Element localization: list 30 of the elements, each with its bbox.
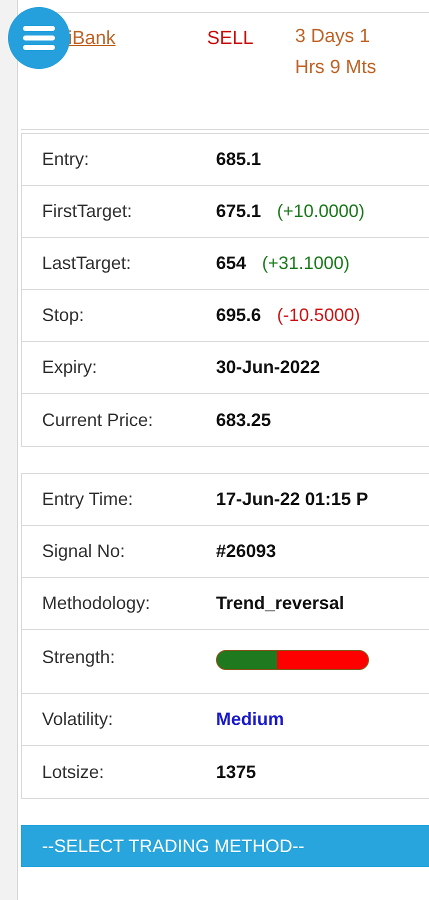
field-label: LastTarget: bbox=[41, 252, 132, 275]
field-value: 17-Jun-22 01:15 P bbox=[216, 488, 368, 511]
field-value: #26093 bbox=[216, 540, 276, 563]
field-value: 685.1 bbox=[216, 148, 262, 171]
menu-icon bbox=[23, 25, 55, 51]
field-label: Stop: bbox=[41, 304, 86, 327]
field-label: Entry: bbox=[41, 148, 90, 171]
duration-text: 3 Days 1 Hrs 9 Mts bbox=[295, 25, 378, 80]
field-label: Entry Time: bbox=[41, 488, 134, 511]
field-label: Strength: bbox=[41, 646, 116, 669]
change-value: (+10.0000) bbox=[277, 200, 365, 223]
field-value: 1375 bbox=[216, 760, 256, 784]
field-label: Methodology: bbox=[41, 592, 152, 615]
field-value: Medium bbox=[216, 708, 284, 731]
change-value: (-10.5000) bbox=[277, 304, 360, 327]
field-label: Volatility: bbox=[41, 708, 114, 731]
field-label: Lotsize: bbox=[41, 760, 106, 784]
field-value: 654 bbox=[216, 252, 246, 275]
field-label: Signal No: bbox=[41, 540, 126, 563]
field-label: FirstTarget: bbox=[41, 200, 134, 223]
field-value: 675.1 bbox=[216, 200, 262, 223]
select-trading-method-button[interactable]: --SELECT TRADING METHOD-- bbox=[21, 825, 429, 867]
action-label: SELL bbox=[207, 27, 254, 51]
field-value: 683.25 bbox=[216, 408, 272, 432]
field-label: Expiry: bbox=[41, 356, 98, 379]
field-value: Trend_reversal bbox=[216, 592, 344, 615]
field-value: 695.6 bbox=[216, 304, 262, 327]
field-value: 30-Jun-2022 bbox=[216, 356, 320, 379]
change-value: (+31.1000) bbox=[262, 252, 350, 275]
field-label: Current Price: bbox=[41, 408, 154, 432]
